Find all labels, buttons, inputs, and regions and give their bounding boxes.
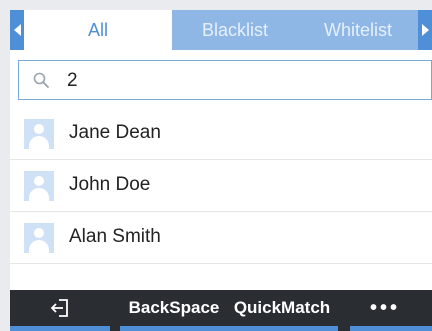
list-item[interactable]: Jane Dean	[10, 108, 432, 160]
contact-name: Jane Dean	[69, 122, 161, 143]
quickmatch-button[interactable]: QuickMatch	[226, 290, 338, 326]
tab-blacklist[interactable]: Blacklist	[172, 10, 298, 50]
softkey-indicator	[120, 326, 228, 331]
contact-list: Jane Dean John Doe Alan Smith	[10, 108, 432, 264]
softkey-indicator	[350, 326, 432, 331]
tab-scroll-left-button[interactable]	[10, 10, 24, 50]
softkey-indicator	[10, 326, 110, 331]
list-item[interactable]: Alan Smith	[10, 212, 432, 264]
backspace-button[interactable]: BackSpace	[120, 290, 228, 326]
arrow-right-icon	[421, 24, 429, 36]
tab-scroll-right-button[interactable]	[418, 10, 432, 50]
exit-icon	[50, 299, 68, 317]
back-button[interactable]	[10, 290, 110, 326]
avatar-icon	[24, 119, 54, 149]
more-button[interactable]: •••	[355, 290, 415, 326]
softkey-indicator	[226, 326, 338, 331]
search-icon	[33, 72, 49, 88]
list-item[interactable]: John Doe	[10, 160, 432, 212]
tab-bar: All Blacklist Whitelist	[10, 10, 432, 50]
tab-whitelist[interactable]: Whitelist	[298, 10, 418, 50]
search-value: 2	[67, 70, 78, 91]
avatar-icon	[24, 223, 54, 253]
contacts-screen: All Blacklist Whitelist 2 Jane Dean John…	[10, 10, 432, 331]
avatar-icon	[24, 171, 54, 201]
arrow-left-icon	[13, 24, 21, 36]
tab-all[interactable]: All	[24, 10, 172, 50]
softkey-bar: BackSpace QuickMatch •••	[10, 290, 432, 331]
contact-name: Alan Smith	[69, 226, 161, 247]
search-input[interactable]: 2	[18, 60, 432, 100]
contact-name: John Doe	[69, 174, 151, 195]
